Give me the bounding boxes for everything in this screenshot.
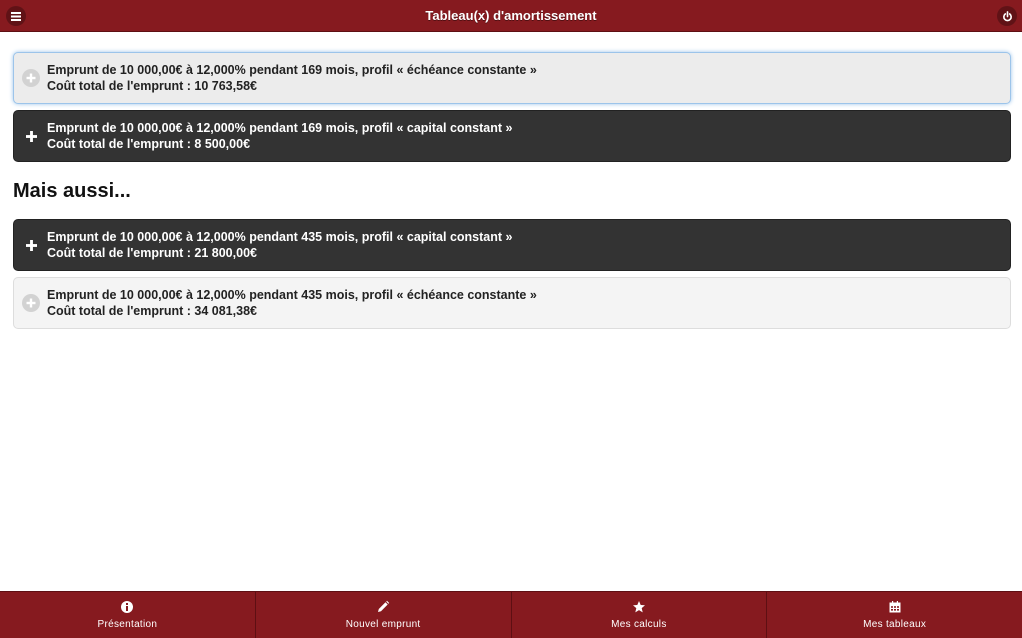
tab-label: Mes tableaux xyxy=(863,619,927,630)
bottom-navbar: Présentation Nouvel emprunt Mes calculs … xyxy=(0,591,1022,638)
loan-item[interactable]: Emprunt de 10 000,00€ à 12,000% pendant … xyxy=(13,219,1011,271)
tab-nouvel-emprunt[interactable]: Nouvel emprunt xyxy=(256,592,512,638)
loan-total-cost: Coût total de l'emprunt : 34 081,38€ xyxy=(47,304,257,318)
section-title: Mais aussi... xyxy=(13,180,131,202)
loan-description: Emprunt de 10 000,00€ à 12,000% pendant … xyxy=(47,288,537,302)
tab-label: Mes calculs xyxy=(611,619,667,630)
plus-icon xyxy=(22,127,40,145)
plus-icon xyxy=(22,236,40,254)
loan-total-cost: Coût total de l'emprunt : 10 763,58€ xyxy=(47,79,257,93)
page-title: Tableau(x) d'amortissement xyxy=(425,8,597,23)
loan-item[interactable]: Emprunt de 10 000,00€ à 12,000% pendant … xyxy=(13,110,1011,162)
loan-total-cost: Coût total de l'emprunt : 8 500,00€ xyxy=(47,137,251,151)
tab-label: Présentation xyxy=(97,619,158,630)
loan-description: Emprunt de 10 000,00€ à 12,000% pendant … xyxy=(47,230,513,244)
logout-button[interactable] xyxy=(997,6,1017,26)
loan-description: Emprunt de 10 000,00€ à 12,000% pendant … xyxy=(47,121,513,135)
pencil-icon xyxy=(378,600,390,612)
loan-item[interactable]: Emprunt de 10 000,00€ à 12,000% pendant … xyxy=(13,277,1011,329)
plus-circle-icon xyxy=(22,69,40,87)
tab-mes-calculs[interactable]: Mes calculs xyxy=(512,592,768,638)
main-content: Emprunt de 10 000,00€ à 12,000% pendant … xyxy=(13,52,1011,329)
plus-circle-icon xyxy=(22,294,40,312)
tab-mes-tableaux[interactable]: Mes tableaux xyxy=(767,592,1022,638)
loan-description: Emprunt de 10 000,00€ à 12,000% pendant … xyxy=(47,63,537,77)
info-icon xyxy=(121,601,134,613)
power-icon xyxy=(1002,10,1012,21)
star-icon xyxy=(632,601,645,613)
loan-total-cost: Coût total de l'emprunt : 21 800,00€ xyxy=(47,246,257,260)
calendar-icon xyxy=(889,601,901,613)
tab-label: Nouvel emprunt xyxy=(345,619,421,630)
app-header: Tableau(x) d'amortissement xyxy=(0,0,1022,32)
loan-item[interactable]: Emprunt de 10 000,00€ à 12,000% pendant … xyxy=(13,52,1011,104)
tab-presentation[interactable]: Présentation xyxy=(0,592,256,638)
